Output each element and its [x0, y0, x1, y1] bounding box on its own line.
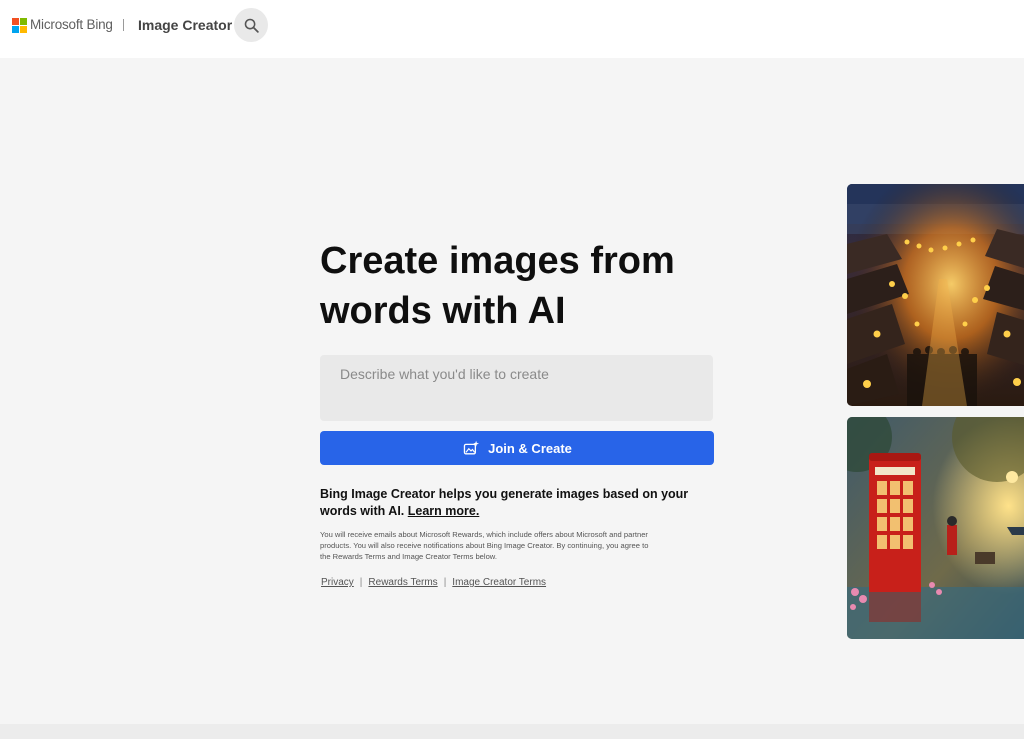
- legal-links: Privacy | Rewards Terms | Image Creator …: [321, 577, 546, 588]
- search-button[interactable]: [234, 8, 268, 42]
- top-header: Microsoft Bing Image Creator: [0, 0, 1024, 58]
- link-separator: |: [443, 577, 447, 588]
- helper-text: Bing Image Creator helps you generate im…: [320, 487, 689, 518]
- image-creator-terms-link[interactable]: Image Creator Terms: [452, 577, 546, 588]
- link-separator: |: [359, 577, 363, 588]
- lantern-festival-street-image: [847, 184, 1024, 406]
- image-creator-title[interactable]: Image Creator: [138, 17, 232, 33]
- header-divider: [123, 19, 124, 31]
- learn-more-link[interactable]: Learn more.: [408, 504, 480, 518]
- rewards-terms-link[interactable]: Rewards Terms: [368, 577, 437, 588]
- red-phone-booth-rainy-street-image: [847, 417, 1024, 639]
- prompt-input[interactable]: [320, 355, 713, 421]
- privacy-link[interactable]: Privacy: [321, 577, 354, 588]
- page-footer-strip: [0, 724, 1024, 739]
- microsoft-logo[interactable]: [12, 18, 27, 33]
- page-title: Create images from words with AI: [320, 240, 675, 332]
- join-and-create-button[interactable]: Join & Create: [320, 431, 714, 465]
- image-sparkle-icon: [463, 440, 480, 455]
- search-icon: [244, 18, 259, 33]
- rewards-disclaimer: You will receive emails about Microsoft …: [320, 530, 649, 561]
- bing-brand-link[interactable]: Microsoft Bing: [30, 17, 113, 32]
- join-and-create-label: Join & Create: [488, 440, 572, 456]
